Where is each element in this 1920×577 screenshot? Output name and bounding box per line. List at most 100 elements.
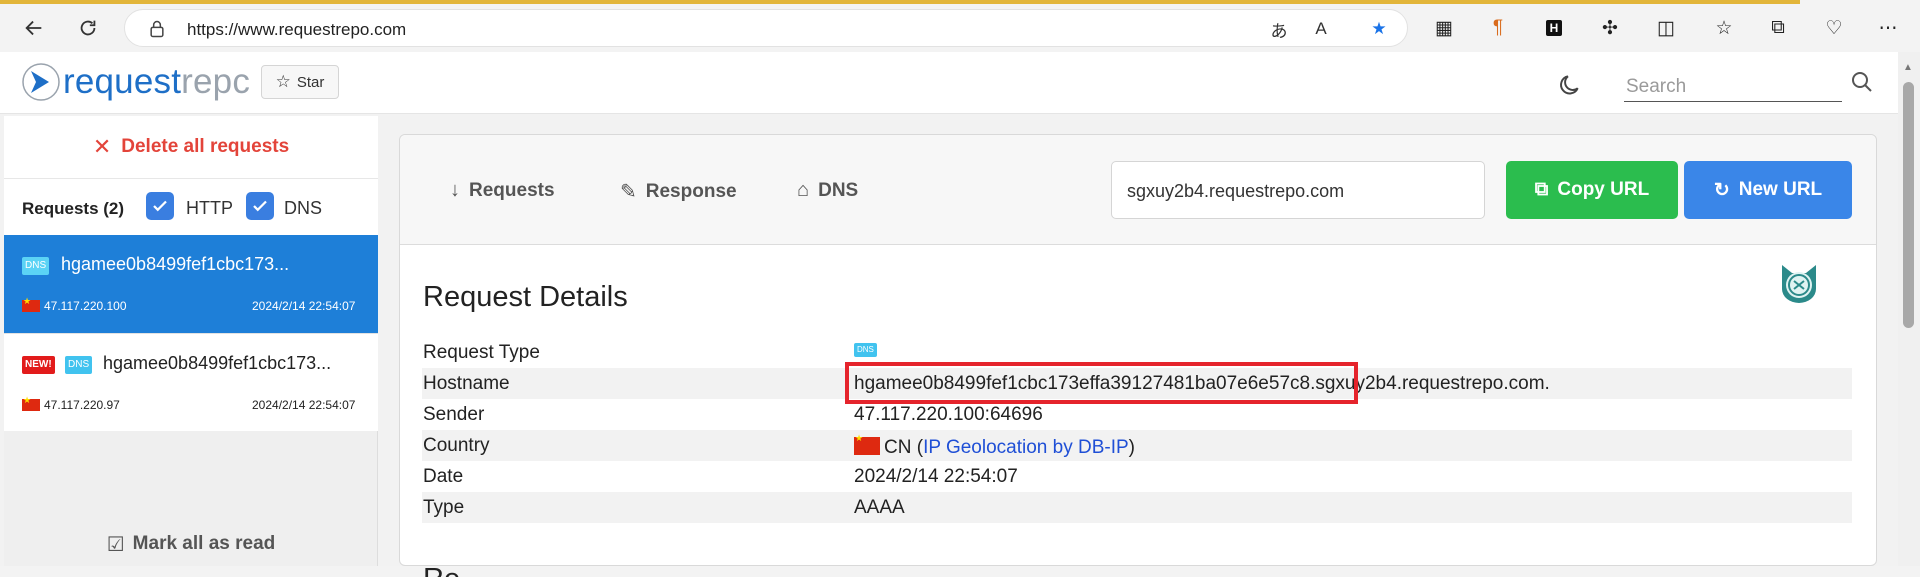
more-icon[interactable]: ⋯ (1874, 14, 1902, 42)
search-input[interactable]: Search (1624, 70, 1872, 102)
checkmark-icon (153, 200, 167, 212)
pencil-icon: ✎ (620, 181, 637, 203)
logo-text-part2: repc (181, 62, 251, 101)
new-url-label: New URL (1738, 179, 1823, 200)
health-icon[interactable]: ♡ (1820, 14, 1848, 42)
app: requestrepc ☆ Star Search ✕ Delete all r… (0, 52, 1920, 577)
detail-key: Type (423, 497, 465, 518)
detail-key: Request Type (423, 342, 540, 363)
request-item-2[interactable]: NEW! DNS hgamee0b8499fef1cbc173... 47.11… (4, 333, 378, 431)
detail-key: Sender (423, 404, 485, 425)
logo-mark-icon (22, 63, 60, 101)
search-placeholder: Search (1626, 76, 1687, 97)
request-datetime: 2024/2/14 22:54:07 (252, 299, 356, 313)
country-code: CN ( (884, 437, 924, 458)
copy-url-label: Copy URL (1557, 179, 1650, 200)
extension-icon[interactable]: ▦ (1430, 14, 1458, 42)
dark-mode-moon-icon[interactable] (1556, 72, 1582, 98)
detail-row-hostname: Hostname hgamee0b8499fef1cbc173effa39127… (422, 362, 1852, 404)
response-heading: Re (423, 563, 460, 577)
detail-row-date: Date 2024/2/14 22:54:07 (422, 461, 1852, 492)
puzzle-icon[interactable]: ✣ (1596, 14, 1624, 42)
subdomain-field[interactable]: sgxuy2b4.requestrepo.com (1111, 161, 1485, 219)
mark-all-read-label: Mark all as read (132, 533, 276, 554)
request-host: hgamee0b8499fef1cbc173... (61, 254, 290, 274)
h-icon[interactable]: H (1540, 14, 1568, 42)
detail-row-country: Country CN (IP Geolocation by DB-IP) (422, 430, 1852, 461)
http-filter-checkbox[interactable] (146, 192, 174, 220)
sidebar: ✕ Delete all requests Requests (2) HTTP … (4, 116, 378, 566)
address-bar[interactable]: https://www.requestrepo.com あ A ★ (124, 9, 1408, 47)
detail-key: Hostname (423, 373, 510, 394)
dns-badge: DNS (65, 356, 93, 374)
country-value: CN (IP Geolocation by DB-IP) (854, 433, 1135, 459)
request-ip: 47.117.220.100 (44, 299, 127, 313)
copy-url-button[interactable]: ⧉ Copy URL (1506, 161, 1678, 219)
tab-requests-label: Requests (469, 179, 555, 201)
back-arrow-icon (25, 20, 42, 36)
search-icon[interactable] (1850, 70, 1874, 94)
tab-requests[interactable]: ↓ Requests (450, 179, 555, 202)
requests-count-label: Requests (2) (22, 199, 125, 218)
detail-key: Date (423, 466, 464, 487)
new-badge: NEW! (22, 356, 55, 374)
main-panel: ↓ Requests ✎ Response ⌂ DNS sgxuy2b4.req… (399, 134, 1877, 577)
split-screen-icon[interactable]: ◫ (1652, 14, 1680, 42)
tab-response-label: Response (645, 180, 737, 202)
request-type-badge: DNS (854, 343, 877, 357)
browser-toolbar: https://www.requestrepo.com あ A ★ ▦ ¶ H … (0, 4, 1920, 52)
highlight-box (845, 362, 1358, 404)
tab-response[interactable]: ✎ Response (620, 179, 737, 204)
scroll-up-arrow-icon[interactable]: ▲ (1903, 62, 1913, 73)
scrollbar-thumb[interactable] (1903, 82, 1914, 328)
back-button[interactable] (16, 10, 52, 46)
home-icon: ⌂ (797, 179, 810, 201)
request-datetime: 2024/2/14 22:54:07 (252, 398, 356, 412)
paragraph-icon[interactable]: ¶ (1484, 14, 1512, 42)
url-text[interactable]: https://www.requestrepo.com (187, 20, 406, 40)
tab-dns-label: DNS (818, 179, 859, 201)
request-details: Request Details Request Type DNS Hostnam… (400, 245, 1876, 577)
tabs-bar: ↓ Requests ✎ Response ⌂ DNS sgxuy2b4.req… (400, 135, 1876, 245)
mark-all-read-button[interactable]: ☑ Mark all as read (4, 522, 378, 566)
arrow-down-icon: ↓ (450, 179, 460, 201)
new-url-button[interactable]: ↻ New URL (1684, 161, 1852, 219)
request-ip: 47.117.220.97 (44, 398, 120, 412)
logo-text: requestrepc (63, 62, 250, 102)
refresh-button[interactable] (70, 10, 106, 46)
http-filter-label: HTTP (186, 198, 233, 218)
logo[interactable]: requestrepc (22, 62, 250, 102)
request-item-1[interactable]: DNS hgamee0b8499fef1cbc173... 47.117.220… (4, 235, 378, 333)
checkmark-icon (253, 200, 267, 212)
favorites-icon[interactable]: ☆ (1710, 14, 1738, 42)
read-aloud-icon[interactable]: A (1307, 16, 1335, 42)
delete-all-requests-button[interactable]: ✕ Delete all requests (4, 116, 378, 178)
star-button-label: Star (296, 73, 325, 91)
detail-row-type: Type AAAA (422, 492, 1852, 523)
refresh-icon: ↻ (1713, 179, 1730, 201)
refresh-icon (80, 20, 96, 36)
copy-icon: ⧉ (1534, 179, 1549, 200)
date-value: 2024/2/14 22:54:07 (854, 466, 1018, 487)
china-flag-icon (22, 296, 40, 312)
china-flag-icon (22, 395, 40, 411)
sender-value: 47.117.220.100:64696 (854, 404, 1043, 425)
logo-text-part1: request (63, 62, 182, 101)
detail-row-sender: Sender 47.117.220.100:64696 (422, 399, 1852, 430)
checkbox-checked-icon: ☑ (106, 533, 125, 556)
dns-filter-label: DNS (284, 198, 323, 218)
translate-icon[interactable]: あ (1265, 16, 1293, 42)
favorite-star-icon[interactable]: ★ (1365, 16, 1393, 42)
dns-filter-checkbox[interactable] (246, 192, 274, 220)
china-flag-icon (854, 433, 880, 455)
request-filters: Requests (2) HTTP DNS (4, 178, 378, 235)
detail-key: Country (423, 435, 490, 456)
star-button[interactable]: ☆ Star (261, 65, 339, 99)
ip-geolocation-link[interactable]: IP Geolocation by DB-IP (923, 437, 1129, 458)
close-icon: ✕ (92, 134, 112, 159)
tab-dns[interactable]: ⌂ DNS (797, 179, 858, 202)
collections-icon[interactable]: ⧉ (1764, 14, 1792, 42)
subdomain-value[interactable]: sgxuy2b4.requestrepo.com (1127, 181, 1344, 202)
type-value: AAAA (854, 497, 905, 518)
page-scrollbar[interactable]: ▲ (1898, 52, 1920, 566)
